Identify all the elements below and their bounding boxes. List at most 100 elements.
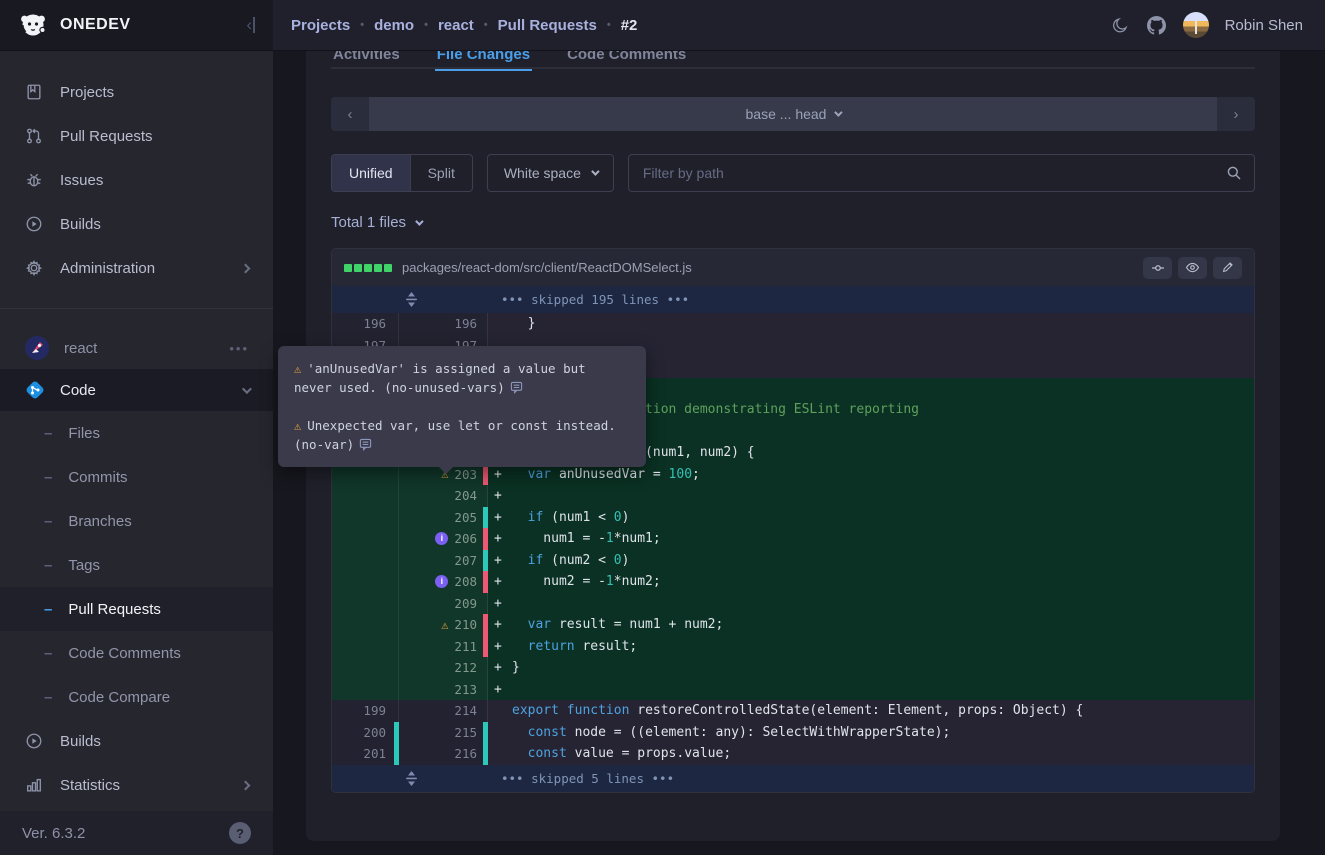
sidebar-item-pull-requests[interactable]: –Pull Requests: [0, 587, 273, 631]
diff-line: i206+ num1 = -1*num1;: [332, 528, 1254, 550]
search-icon[interactable]: [1214, 165, 1254, 181]
new-line-number[interactable]: 214: [399, 700, 488, 722]
info-icon[interactable]: i: [435, 532, 448, 545]
sidebar-item-builds[interactable]: Builds: [0, 202, 273, 246]
old-line-number[interactable]: 201: [332, 743, 399, 765]
breadcrumb-item[interactable]: Pull Requests: [498, 17, 597, 34]
code-content[interactable]: }: [508, 313, 1254, 335]
github-icon[interactable]: [1147, 15, 1167, 35]
expand-lines-icon[interactable]: [405, 765, 418, 792]
old-line-number[interactable]: 199: [332, 700, 399, 722]
new-line-number[interactable]: 215: [399, 722, 488, 744]
old-line-number[interactable]: [332, 528, 399, 550]
old-line-number[interactable]: [332, 614, 399, 636]
sidebar-section-code[interactable]: Code: [0, 369, 273, 411]
new-line-number[interactable]: 212: [399, 657, 488, 679]
expand-lines-icon[interactable]: [405, 286, 418, 313]
old-line-number[interactable]: 200: [332, 722, 399, 744]
new-line-number[interactable]: 216: [399, 743, 488, 765]
tab-code-comments[interactable]: Code Comments: [565, 50, 688, 69]
help-icon[interactable]: ?: [229, 822, 251, 844]
old-line-number[interactable]: [332, 507, 399, 529]
breadcrumb-item[interactable]: Projects: [291, 17, 350, 34]
old-line-number[interactable]: [332, 679, 399, 701]
user-avatar[interactable]: [1183, 12, 1209, 38]
old-line-number[interactable]: [332, 636, 399, 658]
code-content[interactable]: num2 = -1*num2;: [508, 571, 1254, 593]
info-icon[interactable]: i: [435, 575, 448, 588]
old-line-number[interactable]: [332, 593, 399, 615]
code-diamond-icon: [24, 379, 46, 401]
new-line-number[interactable]: 209: [399, 593, 488, 615]
red-range-bar: [483, 614, 488, 636]
old-line-number[interactable]: [332, 485, 399, 507]
diff-marker: +: [488, 485, 508, 507]
sidebar-item-files[interactable]: –Files: [0, 411, 273, 455]
prev-commit-button[interactable]: ‹: [331, 97, 369, 131]
old-line-number[interactable]: 196: [332, 313, 399, 335]
project-more-icon[interactable]: •••: [229, 341, 249, 356]
unified-view-button[interactable]: Unified: [332, 155, 410, 191]
breadcrumb-item[interactable]: #2: [621, 17, 638, 34]
split-view-button[interactable]: Split: [410, 155, 472, 191]
sidebar-item-projects[interactable]: Projects: [0, 70, 273, 114]
next-commit-button[interactable]: ›: [1217, 97, 1255, 131]
whitespace-dropdown[interactable]: White space: [487, 154, 614, 192]
sidebar-item-commits[interactable]: –Commits: [0, 455, 273, 499]
code-content[interactable]: [508, 485, 1254, 507]
commit-button[interactable]: [1143, 257, 1172, 279]
new-line-number[interactable]: i208: [399, 571, 488, 593]
code-content[interactable]: }: [508, 657, 1254, 679]
warning-icon[interactable]: ⚠: [441, 619, 448, 631]
change-blocks: [344, 264, 392, 272]
code-content[interactable]: const node = ((element: any): SelectWith…: [508, 722, 1254, 744]
tab-activities[interactable]: Activities: [331, 50, 402, 69]
old-line-number[interactable]: [332, 657, 399, 679]
sidebar-item-issues[interactable]: Issues: [0, 158, 273, 202]
sidebar-item-code-comments[interactable]: –Code Comments: [0, 631, 273, 675]
tab-file-changes[interactable]: File Changes: [435, 50, 532, 69]
code-content[interactable]: export function restoreControlledState(e…: [508, 700, 1254, 722]
path-filter-input[interactable]: [629, 165, 1214, 181]
new-line-number[interactable]: 205: [399, 507, 488, 529]
code-content[interactable]: [508, 679, 1254, 701]
breadcrumb-item[interactable]: demo: [374, 17, 414, 34]
code-content[interactable]: if (num2 < 0): [508, 550, 1254, 572]
comment-balloon-icon[interactable]: [359, 438, 372, 451]
breadcrumb-item[interactable]: react: [438, 17, 474, 34]
eye-button[interactable]: [1178, 257, 1207, 279]
sidebar-item-branches[interactable]: –Branches: [0, 499, 273, 543]
new-line-number[interactable]: 204: [399, 485, 488, 507]
user-name[interactable]: Robin Shen: [1225, 17, 1303, 34]
new-line-number[interactable]: 207: [399, 550, 488, 572]
edit-button[interactable]: [1213, 257, 1242, 279]
sidebar-collapse-icon[interactable]: ‹: [246, 15, 255, 35]
code-token: (num2 <: [543, 553, 613, 568]
project-name: react: [64, 340, 97, 357]
revision-range-selector[interactable]: base ... head: [369, 97, 1217, 131]
sidebar-item-code-compare[interactable]: –Code Compare: [0, 675, 273, 719]
dark-mode-icon[interactable]: [1111, 15, 1131, 35]
sidebar-item-pull-requests[interactable]: Pull Requests: [0, 114, 273, 158]
code-content[interactable]: [508, 593, 1254, 615]
code-content[interactable]: return result;: [508, 636, 1254, 658]
sidebar-project-react[interactable]: react •••: [0, 327, 273, 369]
old-line-number[interactable]: [332, 550, 399, 572]
comment-balloon-icon[interactable]: [510, 381, 523, 394]
sidebar-item-builds[interactable]: Builds: [0, 719, 273, 763]
new-line-number[interactable]: 196: [399, 313, 488, 335]
total-files-toggle[interactable]: Total 1 files: [331, 214, 1255, 231]
new-line-number[interactable]: ⚠210: [399, 614, 488, 636]
new-line-number[interactable]: 211: [399, 636, 488, 658]
code-content[interactable]: var result = num1 + num2;: [508, 614, 1254, 636]
new-line-number[interactable]: i206: [399, 528, 488, 550]
code-token: 1: [606, 531, 614, 546]
old-line-number[interactable]: [332, 571, 399, 593]
code-content[interactable]: if (num1 < 0): [508, 507, 1254, 529]
code-content[interactable]: const value = props.value;: [508, 743, 1254, 765]
sidebar-item-statistics[interactable]: Statistics: [0, 763, 273, 807]
sidebar-item-tags[interactable]: –Tags: [0, 543, 273, 587]
sidebar-item-administration[interactable]: Administration: [0, 246, 273, 290]
new-line-number[interactable]: 213: [399, 679, 488, 701]
code-content[interactable]: num1 = -1*num1;: [508, 528, 1254, 550]
